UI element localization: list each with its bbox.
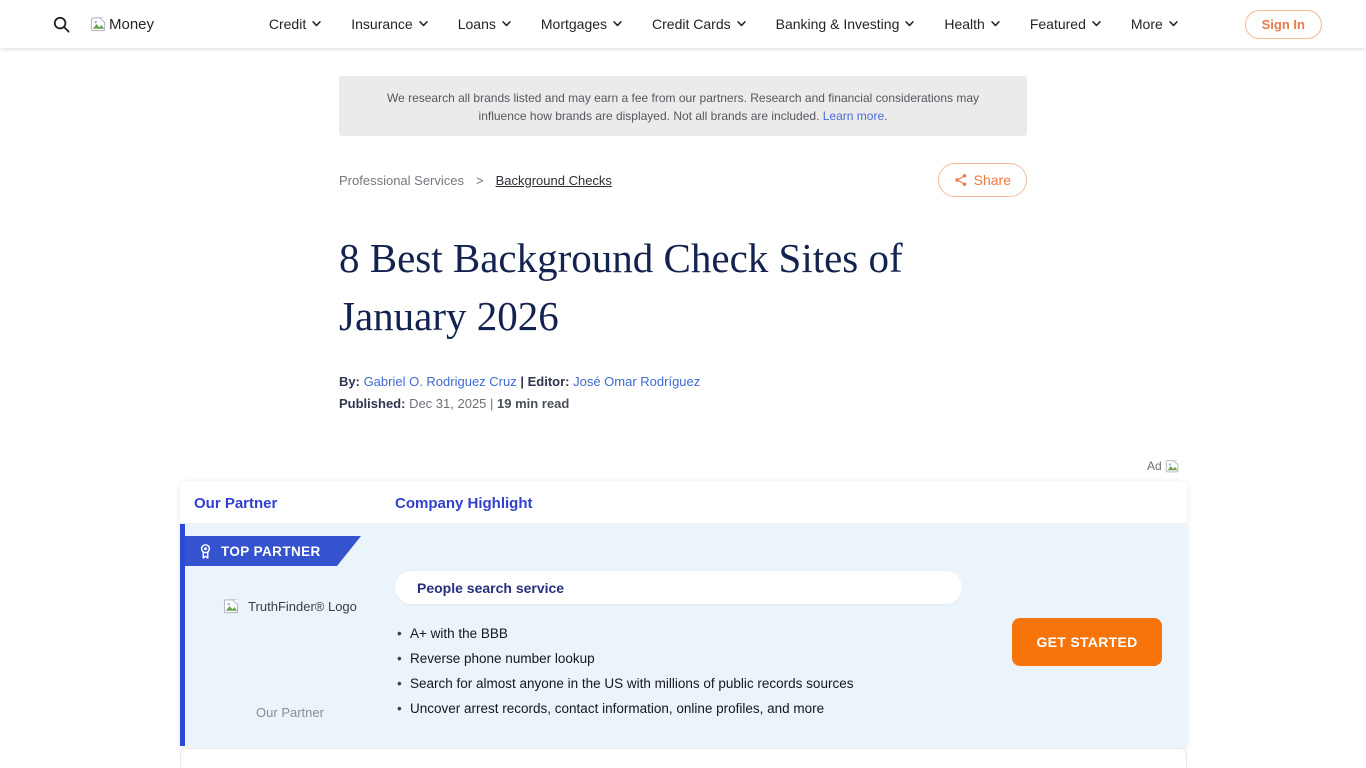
nav-item-label: Loans	[458, 16, 496, 32]
highlight-bullet: Reverse phone number lookup	[397, 650, 1007, 667]
affiliate-disclaimer: We research all brands listed and may ea…	[339, 76, 1027, 136]
read-time: 19 min read	[497, 396, 569, 411]
chevron-down-icon	[613, 21, 622, 27]
get-started-button[interactable]: GET STARTED	[1012, 618, 1162, 666]
page: Money Credit Insurance Loans Mortgages C…	[0, 0, 1366, 768]
byline: By: Gabriel O. Rodriguez Cruz | Editor: …	[339, 374, 700, 389]
nav-item-label: Credit	[269, 16, 306, 32]
top-partner-label: TOP PARTNER	[221, 544, 321, 559]
author-link[interactable]: Gabriel O. Rodriguez Cruz	[364, 374, 517, 389]
breadcrumb-parent[interactable]: Professional Services	[339, 173, 464, 188]
disclaimer-text: We research all brands listed and may ea…	[387, 91, 979, 123]
main-nav: Credit Insurance Loans Mortgages Credit …	[221, 16, 1178, 32]
partner-table-header: Our Partner Company Highlight	[180, 481, 1187, 524]
chevron-down-icon	[312, 21, 321, 27]
learn-more-link[interactable]: Learn more	[823, 109, 884, 123]
published-label: Published:	[339, 396, 405, 411]
page-title: 8 Best Background Check Sites of January…	[339, 229, 1031, 345]
chevron-down-icon	[502, 21, 511, 27]
nav-item-label: Credit Cards	[652, 16, 731, 32]
nav-item-label: More	[1131, 16, 1163, 32]
partner-row: TOP PARTNER TruthFinder® Logo Our Partne…	[180, 524, 1187, 746]
nav-item[interactable]: Insurance	[351, 16, 427, 32]
editor-label: | Editor:	[517, 374, 573, 389]
partner-caption: Our Partner	[185, 705, 395, 720]
partner-table: Our Partner Company Highlight TOP PARTNE…	[180, 481, 1187, 746]
highlight-bullet: Search for almost anyone in the US with …	[397, 675, 1007, 692]
nav-item[interactable]: Featured	[1030, 16, 1101, 32]
editor-link[interactable]: José Omar Rodríguez	[573, 374, 700, 389]
chevron-down-icon	[737, 21, 746, 27]
breadcrumb-separator: >	[476, 173, 484, 188]
share-icon	[954, 173, 968, 187]
search-button[interactable]	[50, 13, 72, 35]
partner-logo[interactable]: TruthFinder® Logo	[185, 598, 395, 615]
column-header-our-partner: Our Partner	[194, 495, 277, 512]
top-partner-badge: TOP PARTNER	[185, 536, 361, 566]
search-icon	[52, 15, 71, 34]
nav-item[interactable]: More	[1131, 16, 1178, 32]
chevron-down-icon	[1092, 21, 1101, 27]
nav-item[interactable]: Credit Cards	[652, 16, 746, 32]
broken-image-icon	[223, 598, 240, 615]
nav-item-label: Mortgages	[541, 16, 607, 32]
chevron-down-icon	[419, 21, 428, 27]
share-button[interactable]: Share	[938, 163, 1027, 197]
nav-item[interactable]: Mortgages	[541, 16, 622, 32]
highlight-bullets: A+ with the BBB Reverse phone number look…	[397, 625, 1007, 725]
breadcrumb-current[interactable]: Background Checks	[496, 173, 612, 188]
chevron-down-icon	[991, 21, 1000, 27]
chevron-down-icon	[905, 21, 914, 27]
nav-item-label: Banking & Investing	[776, 16, 900, 32]
ad-label: Ad	[1147, 459, 1180, 474]
nav-item[interactable]: Banking & Investing	[776, 16, 915, 32]
sign-in-button[interactable]: Sign In	[1245, 10, 1322, 39]
broken-image-icon	[90, 16, 107, 33]
chevron-down-icon	[1169, 21, 1178, 27]
divider: |	[490, 396, 497, 411]
share-label: Share	[974, 172, 1011, 188]
company-highlight-pill: People search service	[395, 571, 962, 604]
by-label: By:	[339, 374, 364, 389]
nav-item[interactable]: Loans	[458, 16, 511, 32]
breadcrumb-row: Professional Services > Background Check…	[339, 163, 1027, 199]
next-partner-row-stub	[180, 748, 1187, 768]
published-line: Published: Dec 31, 2025 | 19 min read	[339, 396, 569, 411]
partner-logo-alt-text: TruthFinder® Logo	[248, 599, 357, 614]
column-header-company-highlight: Company Highlight	[395, 495, 533, 512]
highlight-bullet: A+ with the BBB	[397, 625, 1007, 642]
top-nav: Money Credit Insurance Loans Mortgages C…	[0, 0, 1366, 48]
money-logo[interactable]: Money	[90, 16, 154, 33]
broken-image-icon	[1165, 459, 1180, 474]
award-ribbon-icon	[199, 543, 212, 560]
nav-item[interactable]: Credit	[269, 16, 321, 32]
nav-item[interactable]: Health	[944, 16, 999, 32]
disclaimer-period: .	[884, 109, 887, 123]
nav-item-label: Health	[944, 16, 984, 32]
breadcrumb: Professional Services > Background Check…	[339, 173, 612, 188]
nav-item-label: Insurance	[351, 16, 412, 32]
published-date: Dec 31, 2025	[405, 396, 490, 411]
highlight-bullet: Uncover arrest records, contact informat…	[397, 700, 1007, 717]
ad-text: Ad	[1147, 459, 1162, 473]
nav-item-label: Featured	[1030, 16, 1086, 32]
logo-text: Money	[109, 16, 154, 33]
